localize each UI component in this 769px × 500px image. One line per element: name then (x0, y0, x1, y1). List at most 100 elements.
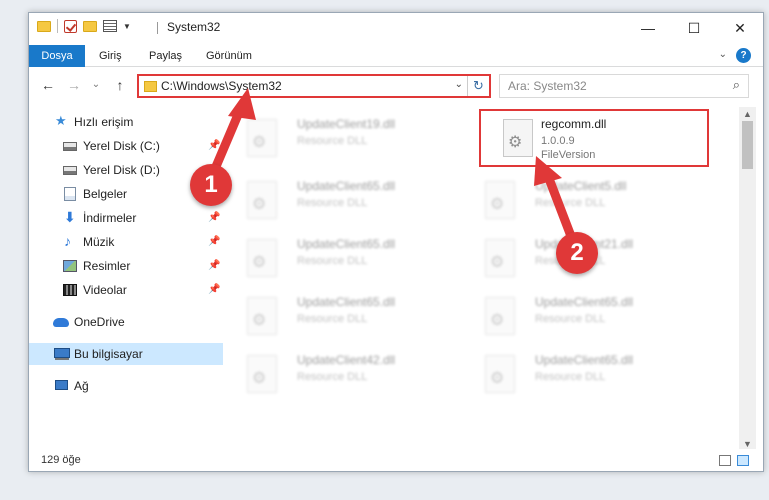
file-type: Resource DLL (535, 371, 606, 383)
sidebar-item-quick-access[interactable]: ★ Hızlı erişim (29, 111, 223, 133)
downloads-icon: ⬇ (64, 209, 76, 225)
maximize-button[interactable]: ☐ (671, 13, 717, 43)
tab-view[interactable]: Görünüm (206, 45, 252, 67)
star-icon: ★ (55, 113, 67, 128)
dll-file-icon (485, 297, 515, 335)
highlight-box (479, 109, 709, 167)
tiles-view-icon[interactable] (737, 455, 749, 466)
scroll-up-icon[interactable]: ▲ (739, 109, 756, 119)
list-item[interactable]: UpdateClient65.dll Resource DLL (463, 347, 693, 403)
navigation-pane: ★ Hızlı erişim Yerel Disk (C:) 📌 Yerel D… (29, 107, 223, 443)
sidebar-item-label: Resimler (83, 259, 131, 273)
file-list: UpdateClient19.dll Resource DLL regcomm.… (225, 107, 739, 443)
sidebar-item-this-pc[interactable]: Bu bilgisayar (29, 343, 223, 365)
sidebar-item-videos[interactable]: Videolar 📌 (29, 279, 223, 301)
refresh-icon[interactable]: ↻ (467, 76, 489, 96)
sidebar-item-local-disk-c[interactable]: Yerel Disk (C:) 📌 (29, 135, 223, 157)
properties-check-icon[interactable] (64, 19, 77, 33)
dll-file-icon (247, 239, 277, 277)
annotation-callout-2: 2 (556, 232, 598, 274)
list-item[interactable]: UpdateClient65.dll Resource DLL (225, 231, 455, 287)
sidebar-item-music[interactable]: ♪ Müzik 📌 (29, 231, 223, 253)
folder-icon[interactable] (37, 20, 51, 32)
file-name: UpdateClient65.dll (297, 237, 396, 251)
drive-icon (63, 142, 77, 151)
sidebar-item-downloads[interactable]: ⬇ İndirmeler 📌 (29, 207, 223, 229)
scrollbar-thumb[interactable] (742, 121, 753, 169)
sidebar-item-label: Belgeler (83, 187, 128, 201)
pin-icon[interactable]: 📌 (208, 255, 220, 277)
tab-file[interactable]: Dosya (29, 45, 85, 67)
list-item[interactable]: UpdateClient5.dll Resource DLL (463, 173, 693, 229)
file-type: Resource DLL (535, 197, 606, 209)
view-switcher (719, 455, 749, 466)
sidebar-item-label: Müzik (83, 235, 115, 249)
folder-icon (144, 81, 157, 92)
sidebar-item-label: Hızlı erişim (74, 115, 134, 129)
address-bar[interactable]: C:\Windows\System32 ⌄ ↻ (137, 74, 491, 98)
address-dropdown-chevron-icon[interactable]: ⌄ (455, 79, 463, 90)
music-icon: ♪ (64, 233, 71, 249)
file-name: UpdateClient65.dll (535, 295, 634, 309)
pin-icon[interactable]: 📌 (208, 207, 220, 229)
expand-ribbon-chevron-icon[interactable]: ⌄ (719, 49, 727, 60)
pin-icon[interactable]: 📌 (208, 279, 220, 301)
sidebar-item-label: Yerel Disk (C:) (83, 139, 160, 153)
file-name: UpdateClient19.dll (297, 117, 396, 131)
list-item[interactable]: UpdateClient65.dll Resource DLL (225, 289, 455, 345)
title-bar: ▼ System32 — ☐ ✕ (29, 13, 763, 43)
dll-file-icon (485, 355, 515, 393)
tab-home[interactable]: Giriş (99, 45, 122, 67)
file-name: UpdateClient42.dll (297, 353, 396, 367)
customize-toolbar-chevron-icon[interactable]: ▼ (123, 22, 131, 31)
dll-file-icon (485, 181, 515, 219)
up-arrow-icon[interactable]: ↑ (111, 75, 129, 95)
address-path[interactable]: C:\Windows\System32 (161, 79, 282, 93)
scroll-down-icon[interactable]: ▼ (739, 439, 756, 449)
vertical-scrollbar[interactable]: ▲ ▼ (739, 107, 756, 451)
dll-file-icon (247, 297, 277, 335)
sidebar-item-pictures[interactable]: Resimler 📌 (29, 255, 223, 277)
file-type: Resource DLL (297, 135, 368, 147)
sidebar-item-network[interactable]: Ağ (29, 375, 223, 397)
back-arrow-icon[interactable]: ← (39, 75, 57, 95)
sidebar-item-label: İndirmeler (83, 211, 137, 225)
sidebar-item-label: Videolar (83, 283, 127, 297)
file-name: UpdateClient65.dll (297, 295, 396, 309)
list-item[interactable]: UpdateClient19.dll Resource DLL (225, 111, 455, 167)
dll-file-icon (485, 239, 515, 277)
file-type: Resource DLL (297, 313, 368, 325)
sidebar-item-label: OneDrive (74, 315, 125, 329)
item-count: 129 öğe (41, 454, 81, 466)
window-controls: — ☐ ✕ (625, 13, 763, 43)
window-title: System32 (167, 20, 221, 34)
pin-icon[interactable]: 📌 (208, 231, 220, 253)
minimize-button[interactable]: — (625, 13, 671, 43)
search-placeholder: Ara: System32 (508, 79, 587, 93)
help-icon[interactable]: ? (736, 48, 751, 63)
computer-icon (54, 348, 70, 358)
search-input[interactable]: Ara: System32 ⌕ (499, 74, 749, 98)
list-item[interactable]: UpdateClient42.dll Resource DLL (225, 347, 455, 403)
onedrive-icon (53, 318, 69, 327)
file-type: Resource DLL (297, 197, 368, 209)
pin-icon[interactable]: 📌 (208, 135, 220, 157)
sidebar-item-onedrive[interactable]: OneDrive (29, 311, 223, 333)
close-button[interactable]: ✕ (717, 13, 763, 43)
file-type: Resource DLL (297, 371, 368, 383)
sidebar-item-label: Ağ (74, 379, 89, 393)
documents-icon (64, 187, 76, 201)
status-bar: 129 öğe (29, 449, 763, 471)
new-folder-icon[interactable] (83, 20, 97, 32)
recent-locations-chevron-icon[interactable]: ⌄ (87, 75, 105, 95)
tab-share[interactable]: Paylaş (149, 45, 182, 67)
forward-arrow-icon[interactable]: → (65, 75, 83, 95)
sidebar-item-label: Yerel Disk (D:) (83, 163, 160, 177)
view-details-icon[interactable] (103, 20, 117, 32)
details-view-icon[interactable] (719, 455, 731, 466)
file-type: Resource DLL (535, 313, 606, 325)
search-icon[interactable]: ⌕ (733, 77, 740, 93)
list-item[interactable]: UpdateClient65.dll Resource DLL (463, 289, 693, 345)
navigation-bar: ← → ⌄ ↑ C:\Windows\System32 ⌄ ↻ Ara: Sys… (29, 71, 763, 101)
list-item[interactable]: UpdateClient65.dll Resource DLL (225, 173, 455, 229)
